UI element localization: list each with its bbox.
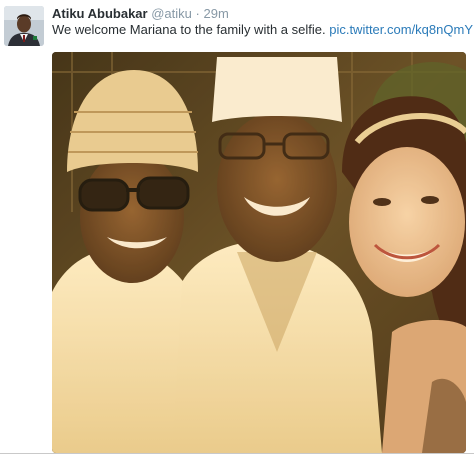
header-separator: · (195, 6, 200, 21)
tweet-header: Atiku Abubakar @atiku · 29m (52, 6, 229, 22)
tweet-text-content: We welcome Mariana to the family with a … (52, 22, 326, 37)
tweet-photo[interactable] (52, 52, 466, 453)
tweet-card: Atiku Abubakar @atiku · 29m We welcome M… (0, 0, 474, 454)
tweet-timestamp[interactable]: 29m (203, 6, 228, 21)
selfie-photo-image (52, 52, 466, 453)
tweet-media-link[interactable]: pic.twitter.com/kq8nQmYIAr (329, 22, 474, 37)
author-handle[interactable]: @atiku (151, 6, 192, 21)
profile-avatar-icon (4, 6, 44, 46)
author-avatar[interactable] (4, 6, 44, 46)
author-name[interactable]: Atiku Abubakar (52, 6, 148, 21)
tweet-text: We welcome Mariana to the family with a … (52, 21, 474, 39)
